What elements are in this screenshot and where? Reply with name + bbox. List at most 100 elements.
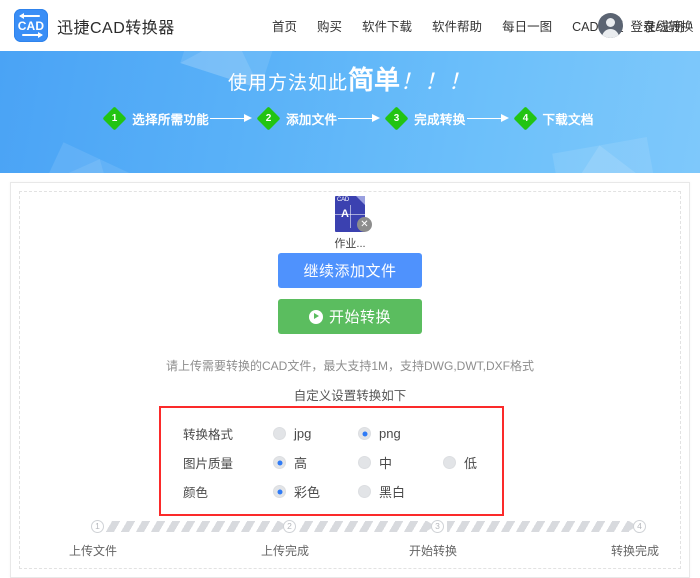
progress-segment-1 <box>105 521 287 532</box>
nav-item-home[interactable]: 首页 <box>262 16 307 35</box>
start-convert-label: 开始转换 <box>328 309 391 326</box>
option-label: jpg <box>294 426 312 441</box>
radio-color-bw[interactable] <box>358 485 371 498</box>
option-quality-low[interactable]: 低 <box>443 453 528 472</box>
radio-quality-low[interactable] <box>443 456 456 469</box>
banner-triangle-decor-icon <box>552 137 656 173</box>
banner-step-label: 完成转换 <box>414 113 466 127</box>
setting-row-color: 颜色 彩色 黑白 <box>161 477 502 506</box>
banner-title-emphasis: 简单 <box>347 65 400 95</box>
progress-bar: 1 2 3 4 <box>33 520 667 533</box>
banner-step-arrow-icon <box>210 114 254 124</box>
option-label: 黑白 <box>379 485 406 500</box>
logo-arrow-left-icon <box>19 12 40 19</box>
add-more-files-button[interactable]: 继续添加文件 <box>278 253 422 288</box>
option-label: 高 <box>294 456 308 471</box>
step-diamond-icon: 3 <box>384 106 409 131</box>
nav-item-daily-image[interactable]: 每日一图 <box>492 16 562 35</box>
option-format-jpg[interactable]: jpg <box>273 426 358 441</box>
logo-cad-text: CAD <box>17 18 45 33</box>
file-corner-fold-icon <box>356 196 365 205</box>
banner-step-label: 下载文档 <box>542 113 594 127</box>
login-register-button[interactable]: 登录/注册 <box>597 0 684 51</box>
play-icon <box>308 309 323 324</box>
option-label: 中 <box>379 456 393 471</box>
setting-label-color: 颜色 <box>183 486 209 500</box>
option-label: 彩色 <box>294 485 321 500</box>
radio-color-colored[interactable] <box>273 485 286 498</box>
banner-title-bangs: ！！！ <box>400 69 473 94</box>
nav-item-software-help[interactable]: 软件帮助 <box>422 16 492 35</box>
radio-quality-high[interactable] <box>273 456 286 469</box>
progress-node-1: 1 <box>91 520 104 533</box>
option-quality-high[interactable]: 高 <box>273 453 358 472</box>
file-name: 作业... <box>334 238 366 250</box>
action-buttons: 继续添加文件 开始转换 <box>11 253 689 334</box>
file-icon-cad-label: CAD <box>337 197 350 203</box>
step-number: 3 <box>394 113 400 124</box>
brand-name: 迅捷CAD转换器 <box>57 19 175 37</box>
step-diamond-icon: 2 <box>256 106 281 131</box>
banner-step-label: 添加文件 <box>286 113 338 127</box>
banner-triangle-decor-icon <box>44 142 136 173</box>
option-label: 低 <box>464 456 478 471</box>
login-register-label: 登录/注册 <box>630 20 684 34</box>
step-diamond-icon: 4 <box>512 106 538 131</box>
progress-label-4: 转换完成 <box>611 544 660 558</box>
file-list: CAD A ✕ 作业... <box>11 196 689 251</box>
progress-tracker: 1 2 3 4 上传文件 上传完成 开始转换 转换完成 <box>33 520 667 560</box>
banner-title: 使用方法如此简单！！！ <box>0 51 700 93</box>
setting-row-quality: 图片质量 高 中 低 <box>161 448 502 477</box>
file-item[interactable]: CAD A ✕ 作业... <box>319 196 381 251</box>
upload-card: CAD A ✕ 作业... 继续添加文件 开始转换 请上传需要转换的CAD文件，… <box>10 182 690 578</box>
progress-node-3: 3 <box>431 520 444 533</box>
start-convert-button[interactable]: 开始转换 <box>278 299 422 334</box>
banner-step-4: 4 下载文档 <box>512 106 594 131</box>
cad-logo-icon: CAD <box>14 9 48 42</box>
banner-step-label: 选择所需功能 <box>132 113 210 127</box>
brand[interactable]: CAD 迅捷CAD转换器 <box>14 9 175 42</box>
setting-label-format: 转换格式 <box>183 428 234 442</box>
main-card-wrapper: CAD A ✕ 作业... 继续添加文件 开始转换 请上传需要转换的CAD文件，… <box>0 173 700 578</box>
step-number: 1 <box>112 113 118 124</box>
file-icon-crosshair-v <box>350 205 351 228</box>
banner-step-1: 1 选择所需功能 <box>102 106 260 131</box>
banner-step-arrow-icon <box>338 114 382 124</box>
conversion-settings-panel: 转换格式 jpg png 图片质量 高 中 低 颜色 彩色 黑白 <box>159 406 504 516</box>
banner-step-arrow-icon <box>466 114 511 124</box>
banner-step-3: 3 完成转换 <box>384 106 516 131</box>
progress-label-1: 上传文件 <box>69 544 118 558</box>
setting-row-format: 转换格式 jpg png <box>161 419 502 448</box>
banner-step-2: 2 添加文件 <box>256 106 388 131</box>
logo-arrow-right-icon <box>22 31 43 38</box>
progress-labels: 上传文件 上传完成 开始转换 转换完成 <box>33 542 667 560</box>
hero-banner: 使用方法如此简单！！！ 1 选择所需功能 2 添加文件 3 完成转换 4 下载文… <box>0 51 700 173</box>
step-number: 4 <box>522 113 528 124</box>
progress-node-2: 2 <box>283 520 296 533</box>
nav-item-software-download[interactable]: 软件下载 <box>352 16 422 35</box>
radio-quality-medium[interactable] <box>358 456 371 469</box>
option-format-png[interactable]: png <box>358 426 443 441</box>
radio-format-jpg[interactable] <box>273 427 286 440</box>
avatar-icon <box>597 13 623 38</box>
file-icon-letter: A <box>341 208 349 220</box>
progress-segment-2 <box>299 521 435 532</box>
progress-node-4: 4 <box>633 520 646 533</box>
site-header: CAD 迅捷CAD转换器 首页 购买 软件下载 软件帮助 每日一图 CAD教程 … <box>0 0 700 51</box>
progress-segment-3 <box>447 521 637 532</box>
step-number: 2 <box>265 113 272 124</box>
radio-format-png[interactable] <box>358 427 371 440</box>
settings-title: 自定义设置转换如下 <box>293 389 407 403</box>
nav-item-buy[interactable]: 购买 <box>307 16 352 35</box>
upload-hint-text: 请上传需要转换的CAD文件，最大支持1M，支持DWG,DWT,DXF格式 <box>166 359 534 373</box>
progress-label-3: 开始转换 <box>409 544 458 558</box>
option-color-bw[interactable]: 黑白 <box>358 482 443 501</box>
option-color-colored[interactable]: 彩色 <box>273 482 358 501</box>
remove-file-icon[interactable]: ✕ <box>357 217 372 232</box>
step-diamond-icon: 1 <box>102 106 127 131</box>
banner-steps: 1 选择所需功能 2 添加文件 3 完成转换 4 下载文档 <box>0 106 700 131</box>
option-label: png <box>379 426 401 441</box>
option-quality-medium[interactable]: 中 <box>358 453 443 472</box>
progress-label-2: 上传完成 <box>261 544 310 558</box>
setting-label-quality: 图片质量 <box>183 457 234 471</box>
